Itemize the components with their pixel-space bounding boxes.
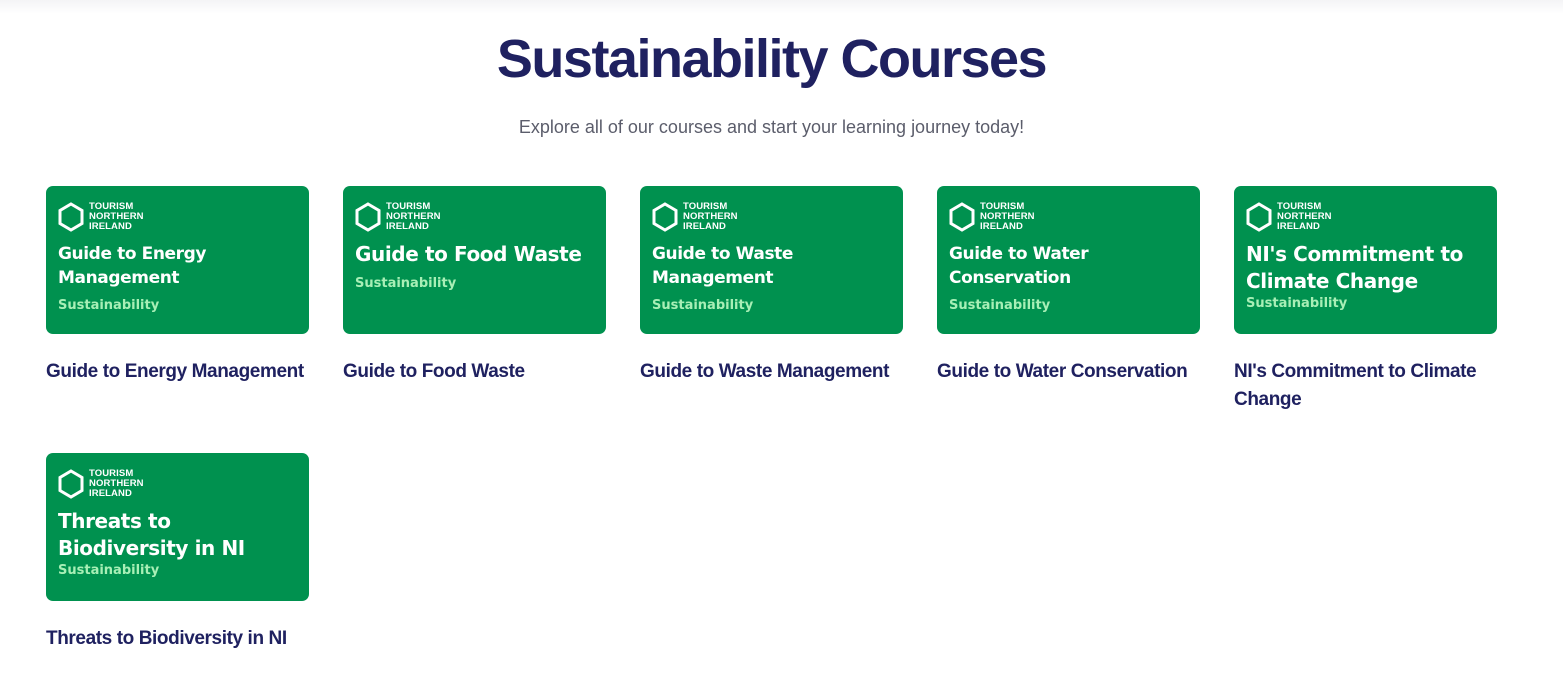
page-subtitle: Explore all of our courses and start you… — [518, 117, 1025, 137]
hexagon-logo-icon — [652, 202, 678, 232]
page-title: Sustainability Courses — [496, 29, 1048, 89]
course-card-waste-management[interactable]: TOURISM NORTHERN IRELAND Guide to Waste Ma… — [640, 186, 903, 386]
brand-logo: TOURISM NORTHERN IRELAND — [652, 200, 891, 234]
course-thumbnail[interactable]: TOURISM NORTHERN IRELAND Guide to Waste Ma… — [640, 186, 903, 334]
course-link[interactable]: Guide to Waste Management — [640, 358, 903, 386]
hexagon-logo-icon — [58, 469, 84, 499]
brand-text: TOURISM NORTHERN IRELAND — [1277, 201, 1332, 232]
course-card-climate-change[interactable]: TOURISM NORTHERN IRELAND NI's Commitment t… — [1234, 186, 1497, 414]
thumbnail-title: NI's Commitment to Climate Change — [1246, 242, 1463, 293]
hexagon-logo-icon — [355, 202, 381, 232]
category-label: Sustainability — [58, 298, 160, 313]
category-label: Sustainability — [949, 298, 1051, 313]
course-link[interactable]: Threats to Biodiversity in NI — [46, 625, 309, 653]
course-link[interactable]: NI's Commitment to Climate Change — [1234, 358, 1497, 414]
brand-logo: TOURISM NORTHERN IRELAND — [949, 200, 1188, 234]
thumbnail-title: Guide to Food Waste — [355, 242, 582, 266]
course-card-water-conservation[interactable]: TOURISM NORTHERN IRELAND Guide to Water Co… — [937, 186, 1200, 386]
course-thumbnail[interactable]: TOURISM NORTHERN IRELAND Guide to Food Was… — [343, 186, 606, 334]
course-card-biodiversity[interactable]: TOURISM NORTHERN IRELAND Threats to Biodiv… — [46, 453, 309, 653]
course-link[interactable]: Guide to Water Conservation — [937, 358, 1200, 386]
brand-logo: TOURISM NORTHERN IRELAND — [58, 467, 297, 501]
course-card-energy-management[interactable]: TOURISM NORTHERN IRELAND Guide to Energy M… — [46, 186, 309, 386]
course-link[interactable]: Guide to Energy Management — [46, 358, 309, 386]
brand-text: TOURISM NORTHERN IRELAND — [683, 201, 738, 232]
course-thumbnail[interactable]: TOURISM NORTHERN IRELAND Guide to Water Co… — [937, 186, 1200, 334]
header-shadow — [0, 0, 1563, 14]
brand-logo: TOURISM NORTHERN IRELAND — [355, 200, 594, 234]
thumbnail-title: Threats to Biodiversity in NI — [58, 509, 245, 560]
thumbnail-title: Guide to Water Conservation — [949, 244, 1089, 288]
brand-text: TOURISM NORTHERN IRELAND — [89, 468, 144, 499]
category-label: Sustainability — [652, 298, 754, 313]
brand-text: TOURISM NORTHERN IRELAND — [89, 201, 144, 232]
hexagon-logo-icon — [58, 202, 84, 232]
hexagon-logo-icon — [949, 202, 975, 232]
brand-logo: TOURISM NORTHERN IRELAND — [58, 200, 297, 234]
category-label: Sustainability — [355, 276, 457, 291]
course-card-food-waste[interactable]: TOURISM NORTHERN IRELAND Guide to Food Was… — [343, 186, 606, 386]
course-link[interactable]: Guide to Food Waste — [343, 358, 606, 386]
hexagon-logo-icon — [1246, 202, 1272, 232]
course-thumbnail[interactable]: TOURISM NORTHERN IRELAND Threats to Biodiv… — [46, 453, 309, 601]
thumbnail-title: Guide to Energy Management — [58, 244, 207, 288]
course-thumbnail[interactable]: TOURISM NORTHERN IRELAND NI's Commitment t… — [1234, 186, 1497, 334]
category-label: Sustainability — [58, 563, 160, 578]
brand-text: TOURISM NORTHERN IRELAND — [386, 201, 441, 232]
category-label: Sustainability — [1246, 296, 1348, 311]
course-thumbnail[interactable]: TOURISM NORTHERN IRELAND Guide to Energy M… — [46, 186, 309, 334]
brand-logo: TOURISM NORTHERN IRELAND — [1246, 200, 1485, 234]
thumbnail-title: Guide to Waste Management — [652, 244, 794, 288]
brand-text: TOURISM NORTHERN IRELAND — [980, 201, 1035, 232]
